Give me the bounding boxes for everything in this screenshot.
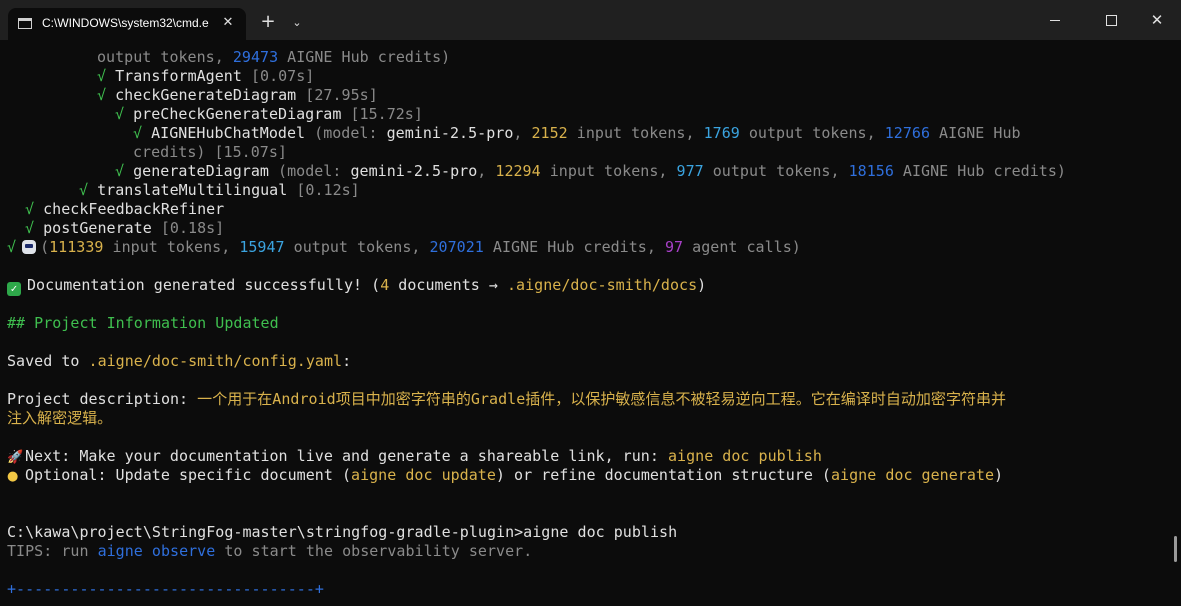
success-line: ✓ Documentation generated successfully! (… bbox=[7, 276, 706, 296]
saved-line: Saved to .aigne/doc-smith/config.yaml: bbox=[7, 352, 352, 370]
optional-step-line: ● Optional: Update specific document (aig… bbox=[7, 466, 1004, 484]
tab-title: C:\WINDOWS\system32\cmd.e bbox=[42, 16, 209, 30]
chevron-down-icon[interactable]: ⌄ bbox=[286, 11, 308, 35]
minimize-button[interactable] bbox=[1032, 8, 1078, 32]
title-bar: C:\WINDOWS\system32\cmd.e ✕ + ⌄ ✕ bbox=[0, 0, 1181, 40]
rocket-icon: 🚀 bbox=[7, 450, 24, 465]
log-line: √ AIGNEHubChatModel (model: gemini-2.5-p… bbox=[133, 124, 1021, 142]
terminal-output[interactable]: output tokens, 29473 AIGNE Hub credits) … bbox=[7, 47, 1175, 606]
description-line: 注入解密逻辑。 bbox=[7, 409, 113, 427]
log-line: √ preCheckGenerateDiagram [15.72s] bbox=[115, 105, 423, 123]
lightbulb-icon: ● bbox=[7, 469, 19, 484]
log-line: √ postGenerate [0.18s] bbox=[25, 219, 225, 237]
log-line: credits) [15.07s] bbox=[133, 143, 287, 161]
section-heading: ## Project Information Updated bbox=[7, 314, 279, 332]
scrollbar-thumb[interactable] bbox=[1174, 536, 1177, 562]
box-border: +---------------------------------+ bbox=[7, 580, 324, 598]
summary-line: √ (111339 input tokens, 15947 output toke… bbox=[7, 238, 801, 256]
log-line: √ TransformAgent [0.07s] bbox=[97, 67, 315, 85]
next-step-line: 🚀 Next: Make your documentation live and … bbox=[7, 447, 822, 465]
log-line: output tokens, 29473 AIGNE Hub credits) bbox=[97, 48, 451, 66]
terminal-tab[interactable]: C:\WINDOWS\system32\cmd.e ✕ bbox=[8, 8, 246, 40]
cmd-icon bbox=[18, 18, 32, 29]
log-line: √ checkGenerateDiagram [27.95s] bbox=[97, 86, 378, 104]
description-line: Project description: 一个用于在Android项目中加密字符… bbox=[7, 390, 1007, 408]
close-button[interactable]: ✕ bbox=[1134, 8, 1180, 32]
maximize-button[interactable] bbox=[1088, 8, 1134, 32]
log-line: √ translateMultilingual [0.12s] bbox=[79, 181, 360, 199]
new-tab-button[interactable]: + bbox=[256, 11, 280, 35]
check-mark-icon: ✓ bbox=[7, 282, 21, 296]
log-line: √ generateDiagram (model: gemini-2.5-pro… bbox=[115, 162, 1066, 180]
command-prompt: C:\kawa\project\StringFog-master\stringf… bbox=[7, 523, 678, 541]
robot-icon bbox=[22, 240, 37, 254]
tab-close-icon[interactable]: ✕ bbox=[218, 13, 238, 33]
tips-line: TIPS: run aigne observe to start the obs… bbox=[7, 542, 533, 560]
log-line: √ checkFeedbackRefiner bbox=[25, 200, 225, 218]
